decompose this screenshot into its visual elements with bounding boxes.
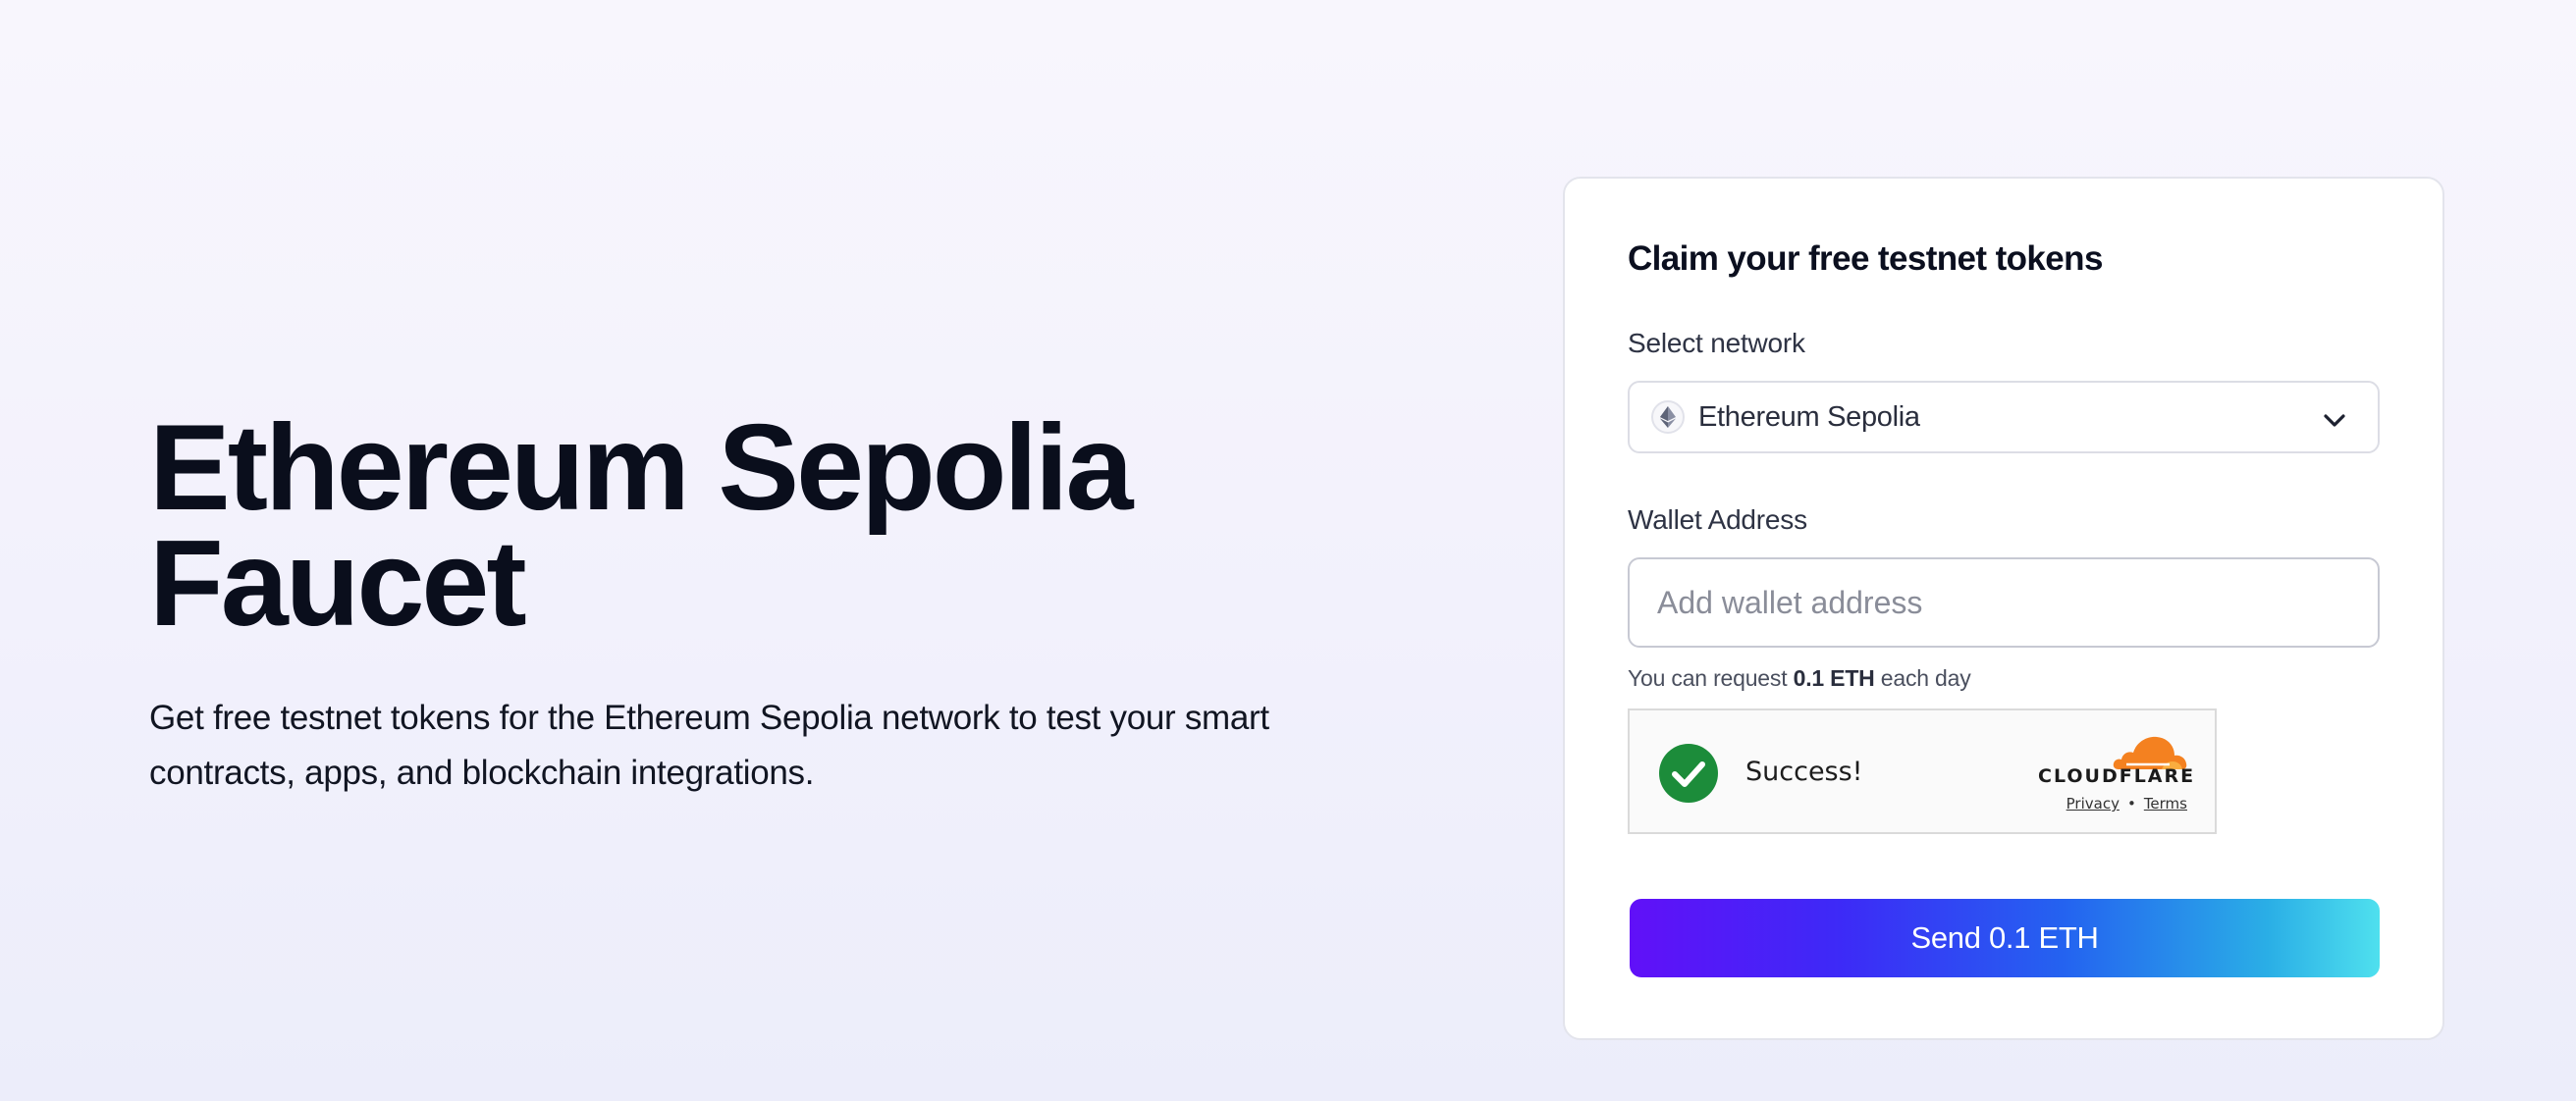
network-label: Select network (1628, 328, 1805, 358)
chevron-down-icon (2324, 414, 2345, 427)
card-title: Claim your free testnet tokens (1628, 239, 2103, 278)
hint-suffix: each day (1880, 665, 1971, 691)
captcha-status: Success! (1745, 757, 1863, 787)
terms-link[interactable]: Terms (2144, 795, 2187, 813)
ethereum-icon (1651, 400, 1685, 434)
hint-prefix: You can request (1628, 665, 1788, 691)
claim-card: Claim your free testnet tokens Select ne… (1563, 177, 2444, 1040)
cloudflare-logo: CLOUDFLARE (2038, 765, 2196, 787)
request-limit-hint: You can request 0.1 ETH each day (1628, 665, 1971, 692)
network-select-value: Ethereum Sepolia (1698, 400, 1920, 433)
privacy-link[interactable]: Privacy (2066, 795, 2120, 813)
page-title-line-2: Faucet (149, 516, 527, 652)
network-select[interactable]: Ethereum Sepolia (1628, 381, 2380, 453)
page-title-line-1: Ethereum Sepolia (149, 400, 1133, 536)
link-separator: • (2126, 795, 2136, 813)
hint-amount: 0.1 ETH (1793, 665, 1875, 691)
success-check-icon (1659, 744, 1718, 803)
send-eth-button[interactable]: Send 0.1 ETH (1630, 899, 2380, 977)
wallet-address-input[interactable] (1628, 557, 2380, 648)
page-title: Ethereum Sepolia Faucet (149, 400, 1367, 652)
hero-description: Get free testnet tokens for the Ethereum… (149, 699, 1269, 792)
cloudflare-captcha-widget[interactable]: Success! CLOUDFLARE Privacy • Terms (1628, 708, 2217, 834)
wallet-address-label: Wallet Address (1628, 504, 1807, 535)
captcha-links: Privacy • Terms (2066, 795, 2187, 813)
hero-section: Ethereum Sepolia Faucet Get free testnet… (149, 400, 1367, 801)
